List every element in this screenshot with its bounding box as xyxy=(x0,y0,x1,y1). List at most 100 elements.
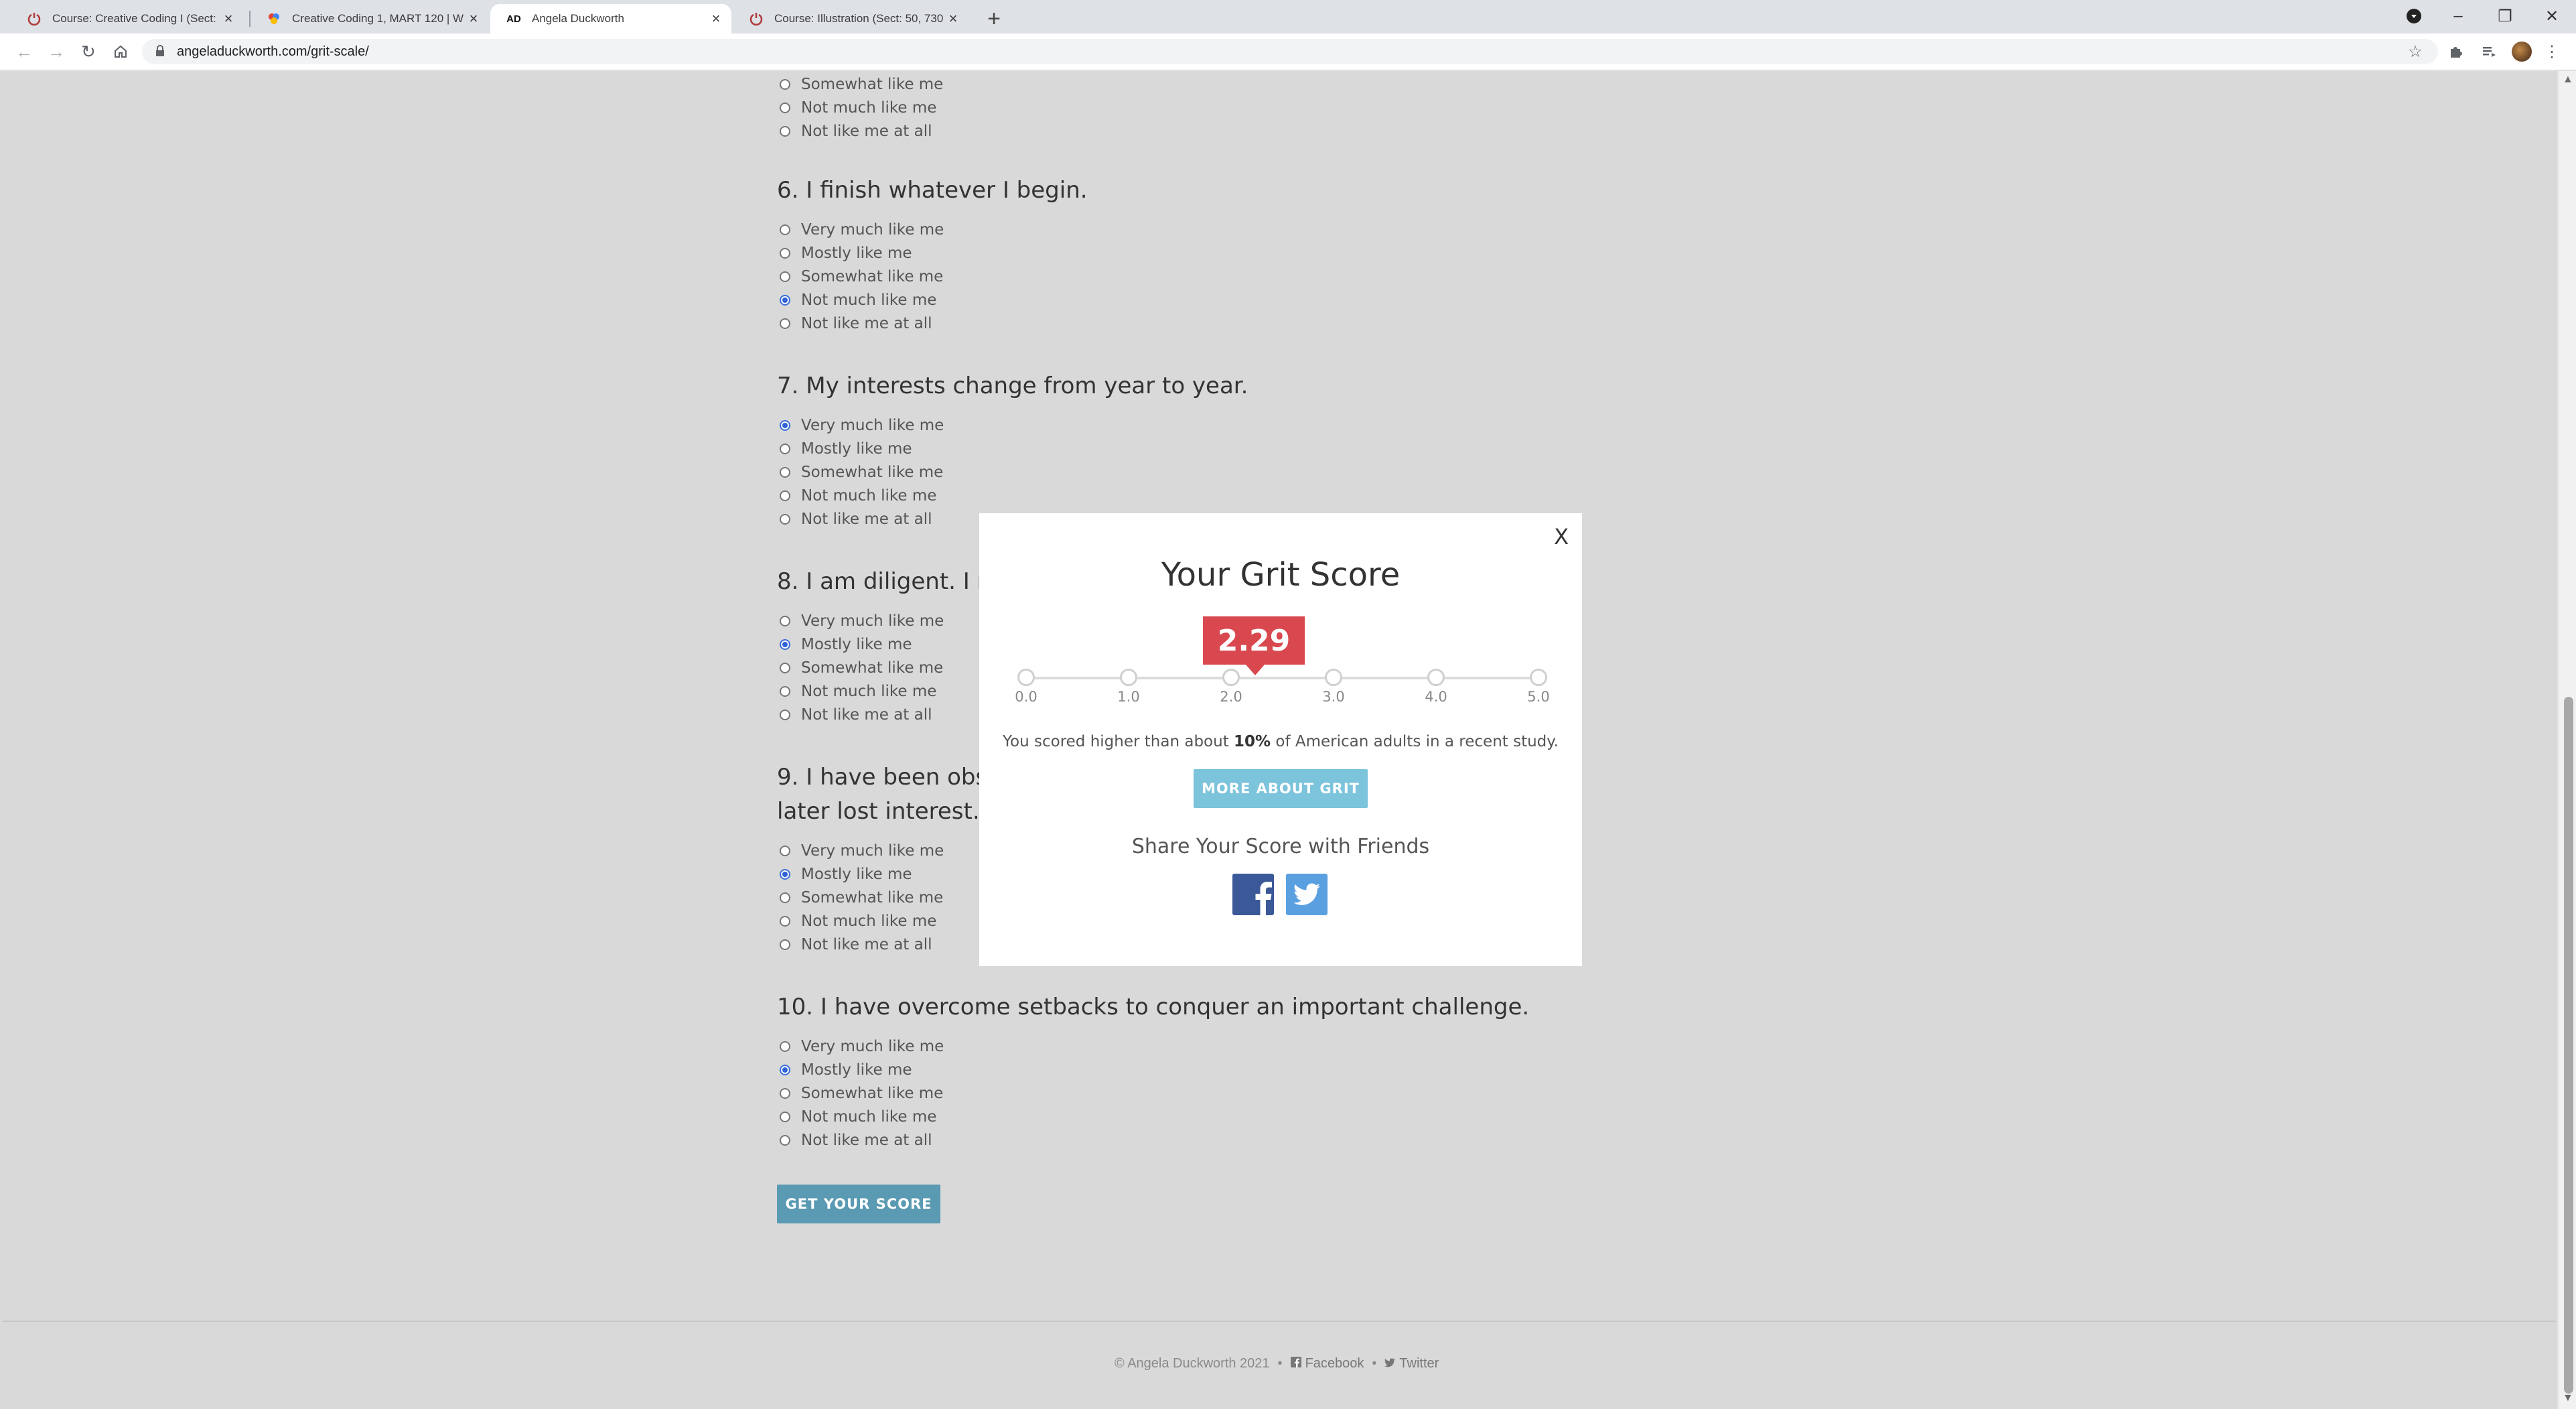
radio-button[interactable] xyxy=(780,318,790,329)
colorful-logo-icon xyxy=(265,10,283,27)
radio-option[interactable]: Mostly like me xyxy=(780,862,912,886)
home-icon[interactable] xyxy=(109,40,133,64)
radio-button[interactable] xyxy=(780,1111,790,1122)
footer-facebook-link[interactable]: Facebook xyxy=(1290,1356,1364,1371)
radio-button-selected[interactable] xyxy=(780,294,790,306)
radio-button[interactable] xyxy=(780,1041,790,1052)
radio-button[interactable] xyxy=(780,1087,790,1099)
radio-button[interactable] xyxy=(780,845,790,856)
radio-option[interactable]: Very much like me xyxy=(780,839,944,862)
radio-button[interactable] xyxy=(780,443,790,454)
radio-option[interactable]: Very much like me xyxy=(780,218,944,241)
extensions-puzzle-icon[interactable] xyxy=(2443,40,2467,64)
radio-button[interactable] xyxy=(780,615,790,626)
lock-icon[interactable] xyxy=(154,44,166,61)
radio-option[interactable]: Somewhat like me xyxy=(780,460,943,484)
close-tab-icon[interactable]: × xyxy=(943,9,963,29)
scale-tick-label: 5.0 xyxy=(1527,689,1550,705)
radio-button-selected[interactable] xyxy=(780,639,790,650)
tab-title: Creative Coding 1, MART 120 | W xyxy=(292,12,463,25)
radio-button[interactable] xyxy=(780,685,790,697)
browser-tab-4[interactable]: Course: Illustration (Sect: 50, 730 × xyxy=(733,4,969,33)
radio-option[interactable]: Not much like me xyxy=(780,484,936,507)
radio-option[interactable]: Not much like me xyxy=(780,96,936,119)
radio-option[interactable]: Not like me at all xyxy=(780,1128,932,1152)
menu-kebab-icon[interactable]: ⋮ xyxy=(2540,40,2564,64)
minimize-icon[interactable]: – xyxy=(2438,4,2478,28)
radio-option[interactable]: Not like me at all xyxy=(780,933,932,956)
radio-button[interactable] xyxy=(780,915,790,927)
radio-button[interactable] xyxy=(780,466,790,478)
radio-button[interactable] xyxy=(780,125,790,137)
restore-icon[interactable]: ❐ xyxy=(2485,4,2525,28)
radio-option[interactable]: Not like me at all xyxy=(780,119,932,143)
radio-button[interactable] xyxy=(780,224,790,235)
radio-option[interactable]: Somewhat like me xyxy=(780,886,943,909)
modal-close-button[interactable]: X xyxy=(1554,524,1569,549)
option-label: Mostly like me xyxy=(801,865,912,883)
radio-option[interactable]: Somewhat like me xyxy=(780,656,943,679)
grit-score-modal: X Your Grit Score 0.0 1.0 2.0 3.0 4.0 5.… xyxy=(979,513,1582,966)
bookmark-star-icon[interactable]: ☆ xyxy=(2403,40,2427,64)
radio-option[interactable]: Not like me at all xyxy=(780,703,932,726)
radio-option[interactable]: Very much like me xyxy=(780,413,944,437)
close-window-icon[interactable]: ✕ xyxy=(2532,4,2572,28)
radio-option[interactable]: Very much like me xyxy=(780,609,944,632)
radio-button[interactable] xyxy=(780,247,790,259)
radio-button[interactable] xyxy=(780,892,790,903)
scrollbar-thumb[interactable] xyxy=(2564,697,2573,1394)
browser-tab-1[interactable]: Course: Creative Coding I (Sect: 5 × xyxy=(11,4,244,33)
profile-download-icon[interactable] xyxy=(2394,4,2434,28)
radio-option[interactable]: Not much like me xyxy=(780,288,936,312)
scroll-down-arrow-icon[interactable]: ▼ xyxy=(2563,1392,2573,1404)
radio-button[interactable] xyxy=(780,78,790,90)
footer-twitter-link[interactable]: Twitter xyxy=(1384,1356,1439,1371)
radio-button[interactable] xyxy=(780,709,790,720)
twitter-share-icon[interactable] xyxy=(1286,874,1328,915)
option-label: Not much like me xyxy=(801,1108,937,1126)
radio-button-selected[interactable] xyxy=(780,1064,790,1075)
radio-button[interactable] xyxy=(780,1134,790,1146)
profile-avatar[interactable] xyxy=(2512,42,2532,62)
forward-arrow-icon[interactable]: → xyxy=(44,40,68,64)
radio-option[interactable]: Somewhat like me xyxy=(780,265,943,288)
radio-button[interactable] xyxy=(780,662,790,673)
radio-button[interactable] xyxy=(780,271,790,282)
facebook-share-icon[interactable] xyxy=(1232,874,1274,915)
radio-option[interactable]: Mostly like me xyxy=(780,241,912,265)
browser-tab-3-active[interactable]: AD Angela Duckworth × xyxy=(490,4,731,33)
scroll-up-arrow-icon[interactable]: ▲ xyxy=(2563,74,2573,86)
browser-tab-2[interactable]: Creative Coding 1, MART 120 | W × xyxy=(251,4,489,33)
radio-button[interactable] xyxy=(780,513,790,525)
close-tab-icon[interactable]: × xyxy=(463,9,484,29)
radio-button[interactable] xyxy=(780,939,790,950)
radio-option[interactable]: Mostly like me xyxy=(780,437,912,460)
radio-button[interactable] xyxy=(780,490,790,501)
radio-option[interactable]: Mostly like me xyxy=(780,632,912,656)
twitter-bird-icon xyxy=(1384,1356,1396,1371)
radio-option[interactable]: Somewhat like me xyxy=(780,1081,943,1105)
close-tab-icon[interactable]: × xyxy=(706,9,726,29)
media-queue-icon[interactable] xyxy=(2477,40,2501,64)
reload-icon[interactable]: ↻ xyxy=(76,40,100,64)
radio-option[interactable]: Not much like me xyxy=(780,1105,936,1128)
radio-button[interactable] xyxy=(780,102,790,113)
radio-button-selected[interactable] xyxy=(780,868,790,880)
radio-button-selected[interactable] xyxy=(780,419,790,431)
page-scrollbar[interactable]: ▲ ▼ xyxy=(2557,71,2576,1409)
option-label: Very much like me xyxy=(801,612,944,630)
radio-option[interactable]: Not much like me xyxy=(780,679,936,703)
address-bar[interactable]: angeladuckworth.com/grit-scale/ xyxy=(142,39,2438,64)
radio-option[interactable]: Not like me at all xyxy=(780,312,932,335)
radio-option[interactable]: Not like me at all xyxy=(780,507,932,531)
radio-option[interactable]: Very much like me xyxy=(780,1034,944,1058)
back-arrow-icon[interactable]: ← xyxy=(12,40,36,64)
get-your-score-button[interactable]: GET YOUR SCORE xyxy=(777,1185,940,1223)
power-icon xyxy=(25,10,43,27)
radio-option[interactable]: Mostly like me xyxy=(780,1058,912,1081)
more-about-grit-button[interactable]: MORE ABOUT GRIT xyxy=(1194,769,1368,808)
radio-option[interactable]: Somewhat like me xyxy=(780,72,943,96)
new-tab-plus-icon[interactable]: + xyxy=(982,6,1006,31)
radio-option[interactable]: Not much like me xyxy=(780,909,936,933)
close-tab-icon[interactable]: × xyxy=(218,9,238,29)
